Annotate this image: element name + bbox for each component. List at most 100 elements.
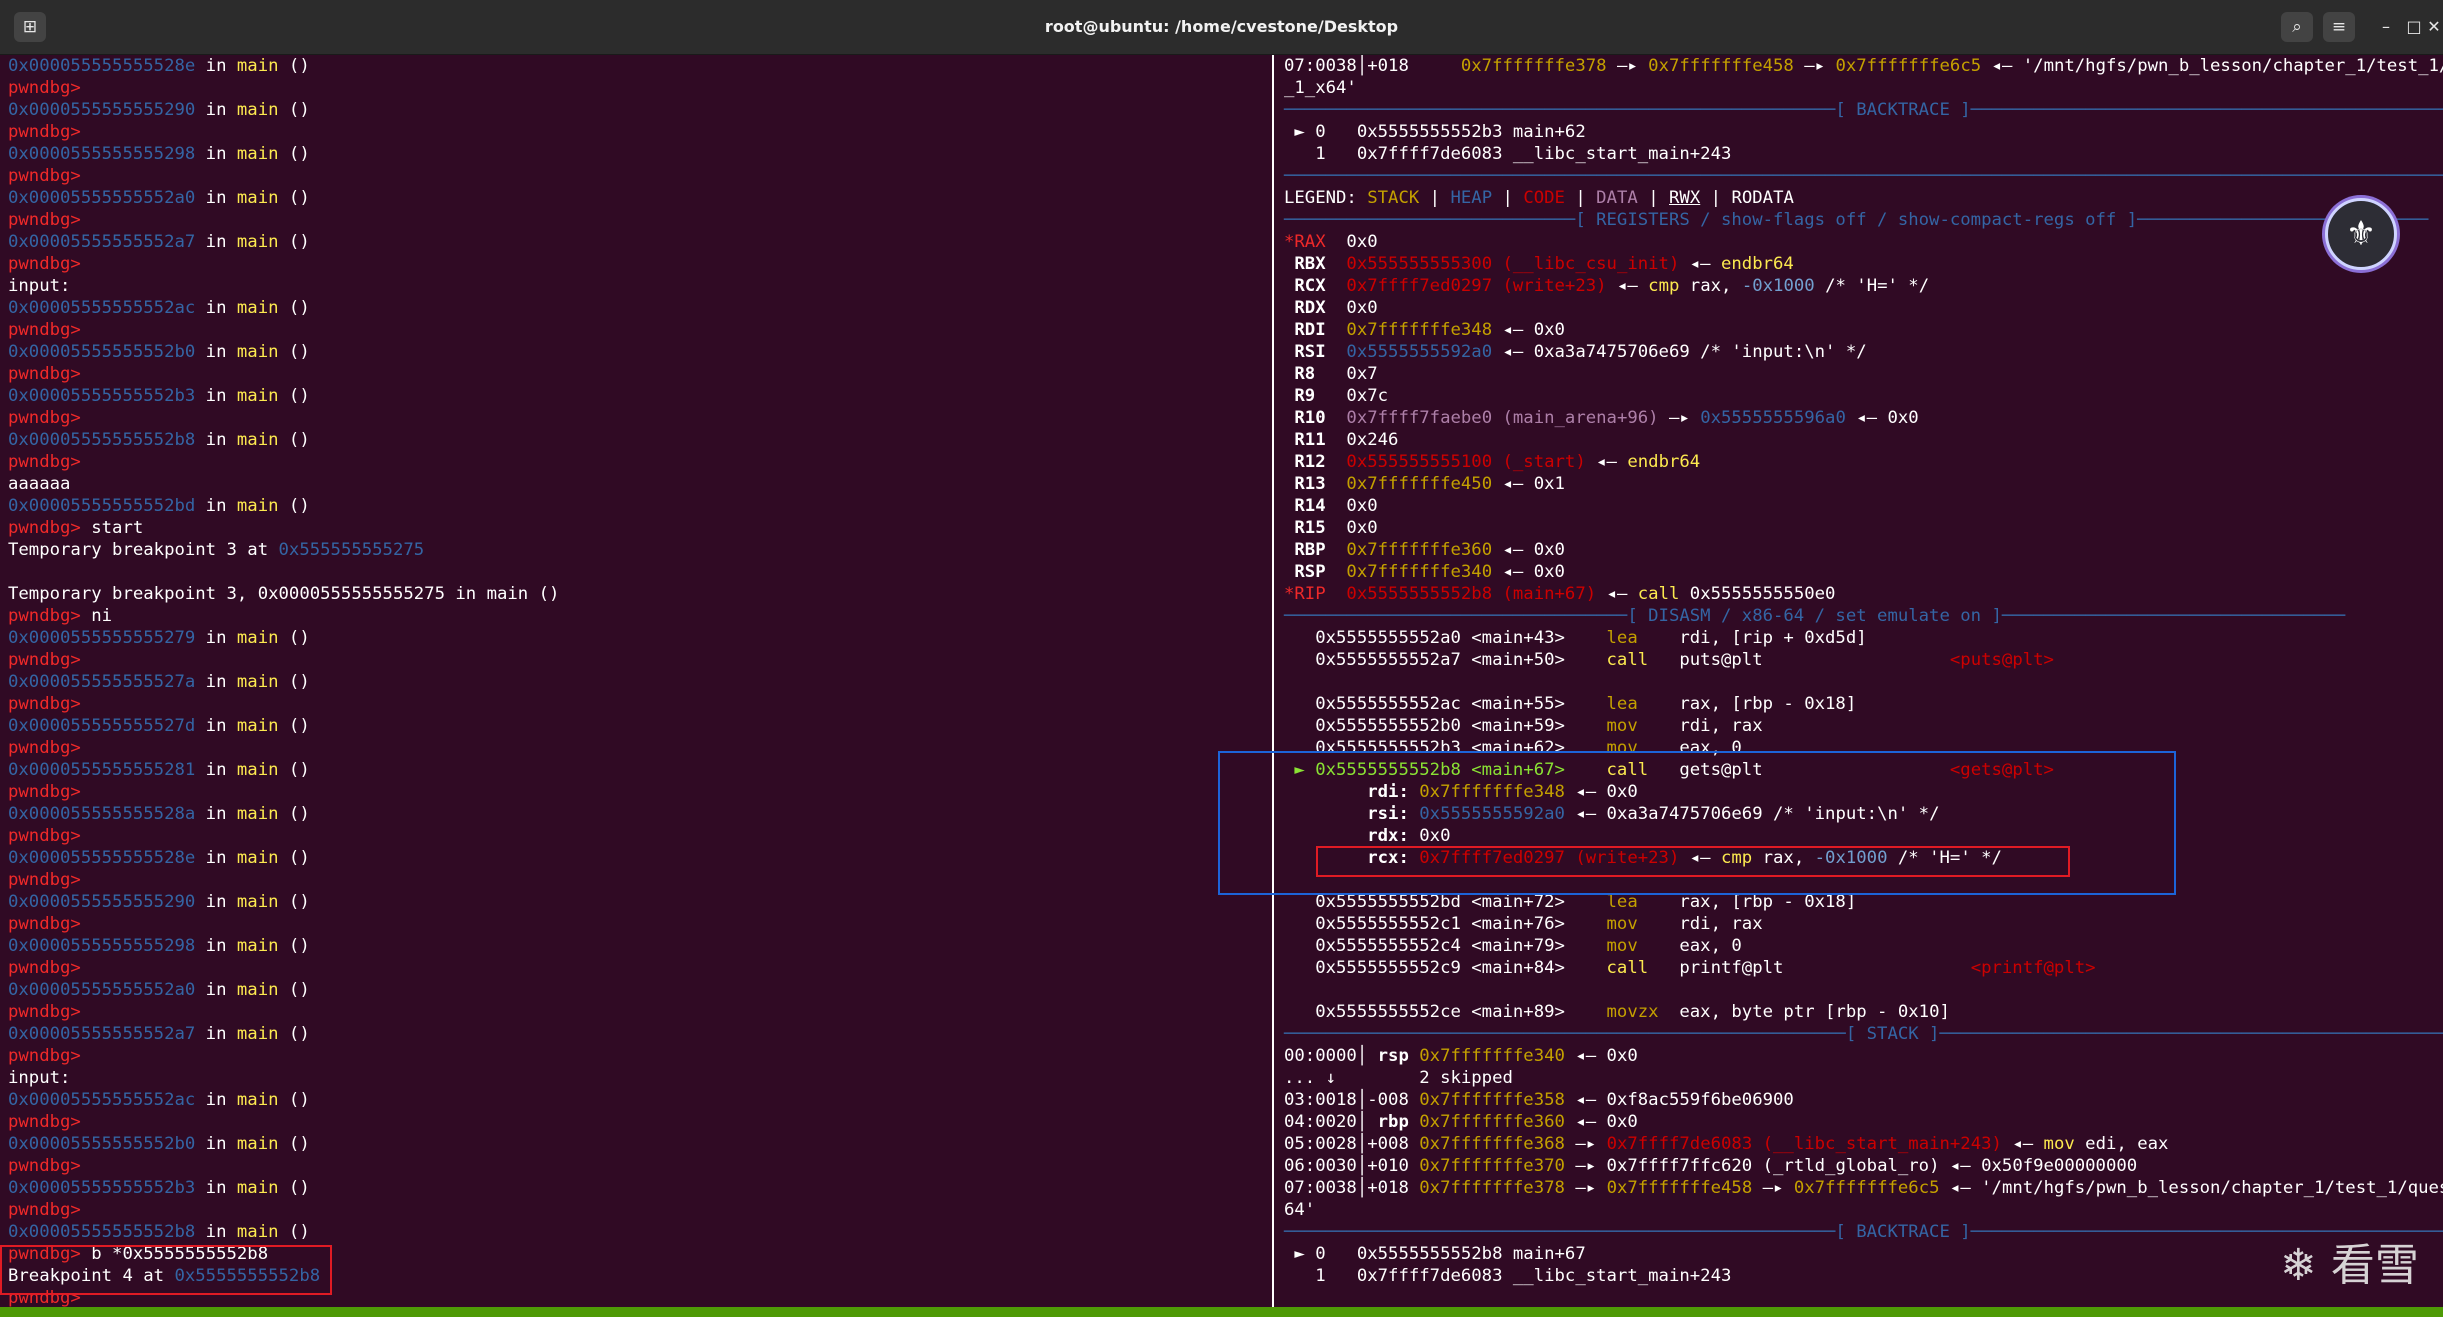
terminal-line: 0x000055555555527a in main () <box>8 671 1271 693</box>
kanxue-watermark-logo: ❄ 看雪 <box>2280 1240 2419 1291</box>
menu-button[interactable]: ≡ <box>2323 12 2355 42</box>
close-icon: ✕ <box>2427 17 2441 36</box>
terminal-text-segment: pwndbg> <box>8 1112 81 1132</box>
terminal-line: R13 0x7fffffffe450 ◂— 0x1 <box>1284 473 2443 495</box>
terminal-text-segment: main <box>236 628 279 648</box>
terminal-line: 0x00005555555552b0 in main () <box>8 1133 1271 1155</box>
terminal-text-segment: in <box>195 1178 237 1198</box>
terminal-line: 0x00005555555552ac in main () <box>8 1089 1271 1111</box>
terminal-text-segment: () <box>278 1222 310 1242</box>
terminal-text-segment: | <box>1492 188 1524 208</box>
terminal-text-segment: 0x0 <box>1325 496 1378 516</box>
terminal-line: 0x000055555555528e in main () <box>8 55 1271 77</box>
terminal-text-segment: in <box>195 100 237 120</box>
terminal-text-segment: 0x5555555552b0 <main+59> <box>1284 716 1607 736</box>
terminal-text-segment: pwndbg> <box>8 122 81 142</box>
terminal-text-segment: R9 <box>1284 386 1326 406</box>
search-button[interactable]: ⌕ <box>2281 12 2313 42</box>
terminal-text-segment: cmp <box>1648 276 1680 296</box>
terminal-text-segment: main <box>236 716 279 736</box>
terminal-text-segment: rsp <box>1377 1046 1409 1066</box>
terminal-text-segment: CODE <box>1523 188 1565 208</box>
terminal-text-segment: () <box>278 496 310 516</box>
pane-divider[interactable] <box>1272 55 1274 1307</box>
terminal-text-segment: main <box>236 1178 279 1198</box>
terminal-line: *RAX 0x0 <box>1284 231 2443 253</box>
terminal-text-segment: 0x000055555555527a <box>8 672 196 692</box>
terminal-line: pwndbg> b *0x5555555552b8 <box>8 1243 1271 1265</box>
terminal-text-segment: main <box>236 232 279 252</box>
terminal-text-segment: RDI <box>1284 320 1326 340</box>
terminal-text-segment: pwndbg> <box>8 606 81 626</box>
terminal-pane-right[interactable]: 07:0038│+018 0x7fffffffe378 —▸ 0x7ffffff… <box>1276 55 2443 1307</box>
terminal-line: pwndbg> <box>8 649 1271 671</box>
terminal-line: 1 0x7ffff7de6083 __libc_start_main+243 <box>1284 143 2443 165</box>
terminal-text-segment: 0x7fffffffe360 <box>1325 540 1493 560</box>
terminal-text-segment: mov <box>1606 738 1638 758</box>
terminal-line: 1 0x7ffff7de6083 __libc_start_main+243 <box>1284 1265 2443 1287</box>
terminal-line: 0x00005555555552b8 in main () <box>8 1221 1271 1243</box>
minimize-icon: – <box>2382 17 2390 36</box>
terminal-text-segment: 0x5555555552ce <main+89> <box>1284 1002 1607 1022</box>
minimize-button[interactable]: – <box>2371 12 2401 42</box>
terminal-text-segment: lea <box>1606 628 1638 648</box>
terminal-text-segment: main <box>236 56 279 76</box>
terminal-line: pwndbg> <box>8 913 1271 935</box>
terminal-text-segment: —▸ <box>1752 1178 1794 1198</box>
terminal-line: pwndbg> <box>8 363 1271 385</box>
terminal-text-segment: ◂— 0x0 <box>1564 1112 1638 1132</box>
terminal-text-segment: —▸ <box>1564 1178 1607 1198</box>
terminal-text-segment: movzx <box>1606 1002 1659 1022</box>
terminal-line: 64' <box>1284 1199 2443 1221</box>
terminal-line: ... ↓ 2 skipped <box>1284 1067 2443 1089</box>
terminal-line: 0x0000555555555298 in main () <box>8 935 1271 957</box>
close-button[interactable]: ✕ <box>2419 12 2443 42</box>
terminal-text-segment: 0x7c <box>1325 386 1389 406</box>
terminal-text-segment: main <box>236 672 279 692</box>
terminal-text-segment: _1_x64' <box>1284 78 1357 98</box>
terminal-text-segment: —▸ <box>1564 1134 1607 1154</box>
terminal-text-segment: -0x1000 <box>1814 848 1888 868</box>
terminal-text-segment: 03:0018│-008 <box>1284 1090 1420 1110</box>
terminal-text-segment: Breakpoint 4 at <box>8 1266 175 1286</box>
terminal-text-segment: () <box>278 936 310 956</box>
terminal-text-segment: 04:0020│ <box>1284 1112 1378 1132</box>
terminal-text-segment: ► 0 0x5555555552b8 main+67 <box>1284 1244 1586 1264</box>
terminal-text-segment: pwndbg> <box>8 782 81 802</box>
terminal-text-segment: 0x7fffffffe378 <box>1419 1178 1565 1198</box>
terminal-text-segment: <gets@plt> <box>1949 760 2054 780</box>
terminal-text-segment: () <box>278 188 310 208</box>
terminal-text-segment: main <box>236 100 279 120</box>
terminal-line: 0x00005555555552a0 in main () <box>8 187 1271 209</box>
terminal-pane-left[interactable]: 0x000055555555528e in main () pwndbg> 0x00… <box>0 55 1271 1307</box>
terminal-text-segment: —▸ <box>1606 56 1649 76</box>
terminal-text-segment: in <box>195 760 237 780</box>
terminal-text-segment: 05:0028│+008 <box>1284 1134 1420 1154</box>
window-title: root@ubuntu: /home/cvestone/Desktop <box>1044 17 1399 36</box>
terminal-text-segment: | <box>1637 188 1670 208</box>
terminal-line: _1_x64' <box>1284 77 2443 99</box>
terminal-text-segment: () <box>278 298 310 318</box>
floating-assistant-icon[interactable]: ⚜ <box>2325 198 2397 270</box>
terminal-text-segment: ────────────────────────────────────────… <box>1284 1024 2443 1044</box>
terminal-line: RDX 0x0 <box>1284 297 2443 319</box>
terminal-line: Temporary breakpoint 3, 0x00005555555552… <box>8 583 1271 605</box>
terminal-text-segment: in <box>195 144 237 164</box>
terminal-text-segment: 0x0000555555555281 <box>8 760 196 780</box>
terminal-text-segment: aaaaaa <box>8 474 71 494</box>
terminal-text-segment: ◂— 0x0 <box>1564 782 1638 802</box>
terminal-line: 0x00005555555552a7 in main () <box>8 231 1271 253</box>
terminal-text-segment: main <box>236 1222 279 1242</box>
terminal-text-segment: pwndbg> <box>8 364 81 384</box>
terminal-line: 0x0000555555555290 in main () <box>8 891 1271 913</box>
terminal-text-segment: 0x7ffff7de6083 (__libc_start_main+243) <box>1606 1134 2002 1154</box>
terminal-text-segment: 0x555555555100 (_start) <box>1325 452 1586 472</box>
terminal-text-segment: call <box>1637 584 1680 604</box>
terminal-text-segment: 0x7fffffffe348 <box>1325 320 1493 340</box>
terminal-text-segment: () <box>278 430 310 450</box>
terminal-line: pwndbg> <box>8 869 1271 891</box>
terminal-text-segment: 0x5555555552c4 <main+79> <box>1284 936 1607 956</box>
terminal-text-segment: () <box>278 342 310 362</box>
terminal-text-segment: main <box>236 430 279 450</box>
